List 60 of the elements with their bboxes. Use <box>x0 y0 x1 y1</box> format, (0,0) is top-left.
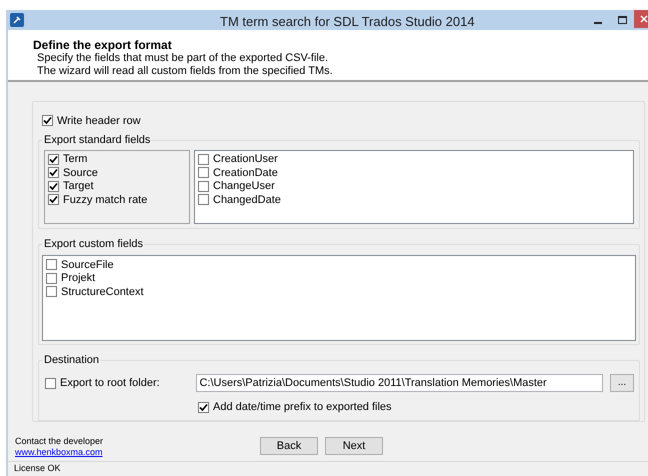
checkbox-square[interactable] <box>198 167 209 178</box>
close-icon <box>640 15 648 23</box>
checkbox[interactable]: ChangeUser <box>198 180 633 193</box>
checkbox-square[interactable] <box>45 378 56 389</box>
close-button[interactable] <box>634 10 648 28</box>
checkbox[interactable]: ChangedDate <box>198 193 633 206</box>
checkbox[interactable]: Export to root folder: <box>45 376 196 390</box>
window-title: TM term search for SDL Trados Studio 2014 <box>220 13 475 31</box>
checkbox-label: Export to root folder: <box>60 376 160 392</box>
folder-path-field[interactable]: C:\Users\Patrizia\Documents\Studio 2011\Translation Memories\Master <box>196 374 604 392</box>
checkbox[interactable]: Write header row <box>42 114 640 128</box>
header-title: Define the export format <box>33 38 173 52</box>
checkbox-square[interactable] <box>198 402 209 413</box>
checkbox[interactable]: Source <box>48 166 189 180</box>
checkbox[interactable]: CreationUser <box>198 152 633 166</box>
checkbox-square[interactable] <box>46 286 57 298</box>
checkbox-label: Projekt <box>61 271 96 286</box>
checkmark-icon <box>199 402 208 412</box>
checkbox-square[interactable] <box>46 259 57 270</box>
browse-button[interactable]: ... <box>610 374 634 392</box>
checkbox-label: Term <box>63 152 88 167</box>
checkbox-square[interactable] <box>48 154 59 165</box>
checkbox-square[interactable] <box>42 115 53 126</box>
header-description: The wizard will read all custom fields from the specified TMs. <box>36 65 334 78</box>
group-title: Export custom fields <box>43 237 144 252</box>
developer-link[interactable]: www.henkboxma.com <box>15 447 260 458</box>
checkbox-square[interactable] <box>48 194 59 206</box>
checkbox[interactable]: Add date/time prefix to exported files <box>198 400 634 414</box>
group-title: Export standard fields <box>43 132 152 146</box>
status-bar: License OK <box>8 461 648 475</box>
checkbox[interactable]: Fuzzy match rate <box>48 193 189 206</box>
checkbox[interactable]: Target <box>48 180 189 193</box>
checkbox-square[interactable] <box>198 154 209 165</box>
app-icon <box>10 13 24 27</box>
checkbox-label: SourceFile <box>61 258 114 273</box>
checkbox-square[interactable] <box>198 194 209 206</box>
checkbox-square[interactable] <box>46 272 57 284</box>
checkbox[interactable]: CreationDate <box>198 166 633 180</box>
header-description: Specify the fields that must be part of the exported CSV-file. <box>36 52 330 65</box>
wizard-button[interactable]: Back <box>260 437 318 455</box>
checkbox-label: CreationDate <box>213 166 278 180</box>
wizard-button[interactable]: Next <box>325 437 383 455</box>
checkbox-square[interactable] <box>48 180 59 192</box>
checkbox-label: Add date/time prefix to exported files <box>213 400 392 415</box>
contact-label: Contact the developer <box>15 436 104 447</box>
checkbox[interactable]: Term <box>48 152 189 166</box>
checkbox[interactable]: SourceFile <box>46 258 635 272</box>
checkbox-label: Write header row <box>57 114 141 128</box>
checkbox-label: Target <box>63 179 94 194</box>
checkbox-label: CreationUser <box>213 152 278 167</box>
checkmark-icon <box>43 116 52 126</box>
checkbox-label: ChangedDate <box>213 192 281 208</box>
checkbox[interactable]: Projekt <box>46 272 635 286</box>
checkbox[interactable]: StructureContext <box>46 285 635 299</box>
checkbox-square[interactable] <box>198 180 209 192</box>
checkbox-label: Fuzzy match rate <box>63 192 148 208</box>
checkbox-square[interactable] <box>48 167 59 178</box>
checkbox-label: Source <box>63 166 98 180</box>
checkbox-label: ChangeUser <box>213 179 275 194</box>
checkbox-label: StructureContext <box>61 284 144 300</box>
